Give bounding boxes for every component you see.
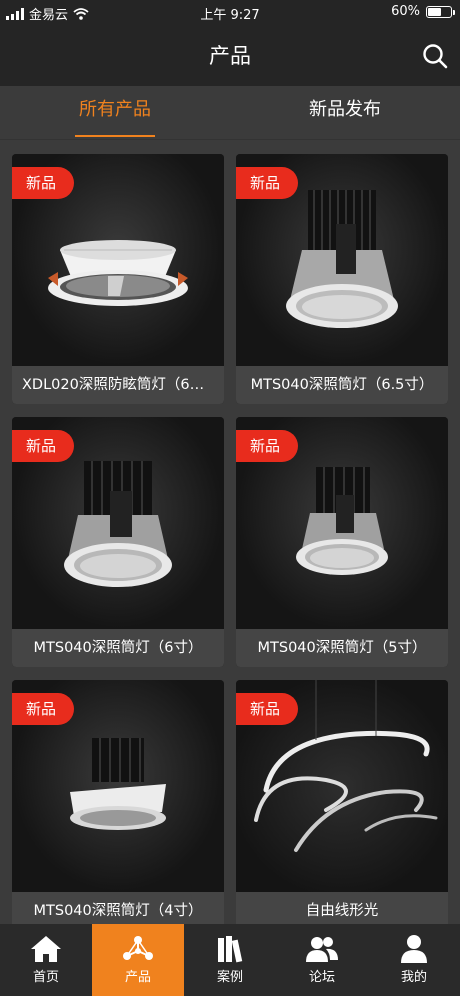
product-name: MTS040深照筒灯（6.5寸） xyxy=(236,366,448,404)
new-badge: 新品 xyxy=(236,430,298,462)
battery-percent: 60% xyxy=(391,4,420,19)
new-badge: 新品 xyxy=(12,693,74,725)
nav-label: 首页 xyxy=(32,970,59,985)
nav-label: 案例 xyxy=(216,970,243,985)
product-name: MTS040深照筒灯（6寸） xyxy=(12,629,224,667)
product-card[interactable]: 新品 自由线形光 xyxy=(236,680,448,930)
bottom-nav: 首页 产品 案例 论坛 我的 xyxy=(0,924,460,996)
product-name: MTS040深照筒灯（5寸） xyxy=(236,629,448,667)
page-title: 产品 xyxy=(209,44,251,68)
nav-item-home[interactable]: 首页 xyxy=(0,924,92,996)
nav-label: 我的 xyxy=(400,970,427,985)
nav-item-products[interactable]: 产品 xyxy=(92,924,184,996)
product-name: XDL020深照防眩筒灯（6寸） xyxy=(12,366,224,404)
product-card[interactable]: 新品 MTS040深照筒灯（4寸） xyxy=(12,680,224,930)
product-card[interactable]: 新品 MTS040深照筒灯（5寸） xyxy=(236,417,448,667)
home-icon xyxy=(31,936,61,962)
product-card[interactable]: 新品 MTS040深照筒灯（6.5寸） xyxy=(236,154,448,404)
new-badge: 新品 xyxy=(12,167,74,199)
users-icon xyxy=(306,937,338,962)
product-card[interactable]: 新品 XDL020深照防眩筒灯（6寸） xyxy=(12,154,224,404)
new-badge: 新品 xyxy=(236,693,298,725)
search-icon[interactable] xyxy=(422,43,448,69)
nav-label: 产品 xyxy=(124,970,151,985)
nav-item-cases[interactable]: 案例 xyxy=(184,924,276,996)
network-icon xyxy=(123,936,153,960)
user-icon xyxy=(401,935,427,963)
tab-all-products[interactable]: 所有产品 xyxy=(0,86,230,139)
battery-icon xyxy=(426,5,455,18)
books-icon xyxy=(218,936,243,963)
app-header: 产品 xyxy=(0,26,460,86)
status-bar: 金易云 上午 9:27 60% xyxy=(0,0,460,26)
nav-item-mine[interactable]: 我的 xyxy=(368,924,460,996)
tab-new-releases[interactable]: 新品发布 xyxy=(230,86,460,139)
category-tabs: 所有产品 新品发布 xyxy=(0,86,460,140)
new-badge: 新品 xyxy=(236,167,298,199)
product-card[interactable]: 新品 MTS040深照筒灯（6寸） xyxy=(12,417,224,667)
new-badge: 新品 xyxy=(12,430,74,462)
nav-label: 论坛 xyxy=(308,970,335,985)
nav-item-forum[interactable]: 论坛 xyxy=(276,924,368,996)
